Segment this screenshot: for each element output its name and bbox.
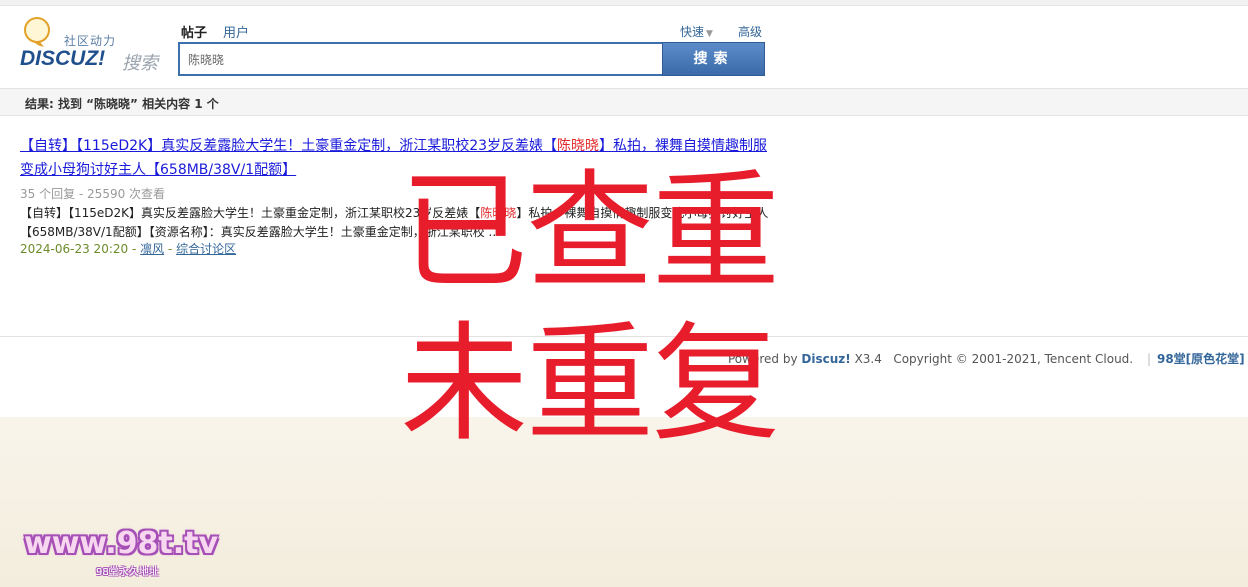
quick-label: 快速 (680, 25, 705, 39)
result-meta: 2024-06-23 20:20 - 凛风 - 综合讨论区 (20, 242, 237, 256)
version-text: X3.4 (854, 352, 882, 366)
result-date: 2024-06-23 20:20 (20, 242, 129, 256)
overlay-stamp-line2: 未重复 (400, 310, 780, 459)
result-summary-bar: 结果: 找到 “陈晓晓” 相关内容 1 个 (0, 88, 1248, 116)
tab-posts[interactable]: 帖子 (181, 22, 207, 41)
discuz-link[interactable]: Discuz! (801, 352, 850, 366)
watermark: www.98t.tv 98堂永久地址 (24, 526, 219, 578)
logo-search-text: 搜索 (122, 53, 158, 74)
advanced-search-link[interactable]: 高级 (738, 23, 762, 40)
result-summary: 结果: 找到 “陈晓晓” 相关内容 1 个 (25, 97, 219, 111)
footer: Powered by Discuz! X3.4 Copyright © 2001… (728, 352, 1245, 366)
result-stats: 35 个回复 - 25590 次查看 (20, 187, 166, 201)
search-input[interactable] (180, 44, 662, 74)
logo-wordmark: DISCUZ! (20, 47, 106, 70)
author-link[interactable]: 凛风 (140, 242, 164, 256)
site-link[interactable]: 98堂[原色花堂] (1157, 352, 1245, 366)
watermark-subtitle: 98堂永久地址 (96, 567, 159, 578)
lightbulb-icon (24, 17, 50, 47)
tab-users[interactable]: 用户 (223, 22, 249, 41)
overlay-stamp-line1: 已查重 (400, 158, 780, 307)
chevron-down-icon: ▼ (706, 29, 713, 39)
forum-link[interactable]: 综合讨论区 (176, 242, 236, 256)
watermark-url: www.98t.tv (24, 526, 219, 561)
title-highlight: 陈晓晓 (557, 138, 600, 154)
search-button[interactable]: 搜索 (662, 42, 765, 76)
discuz-logo[interactable]: 社区动力 DISCUZ! 搜索 (20, 16, 160, 76)
title-text: 【自转】【115eD2K】真实反差露脸大学生！土豪重金定制，浙江某职校23岁反差… (20, 138, 558, 154)
quick-dropdown[interactable]: 快速 ▼ (680, 23, 713, 40)
search-box (178, 42, 664, 76)
copyright-text: Copyright © 2001-2021, Tencent Cloud. (893, 352, 1134, 366)
